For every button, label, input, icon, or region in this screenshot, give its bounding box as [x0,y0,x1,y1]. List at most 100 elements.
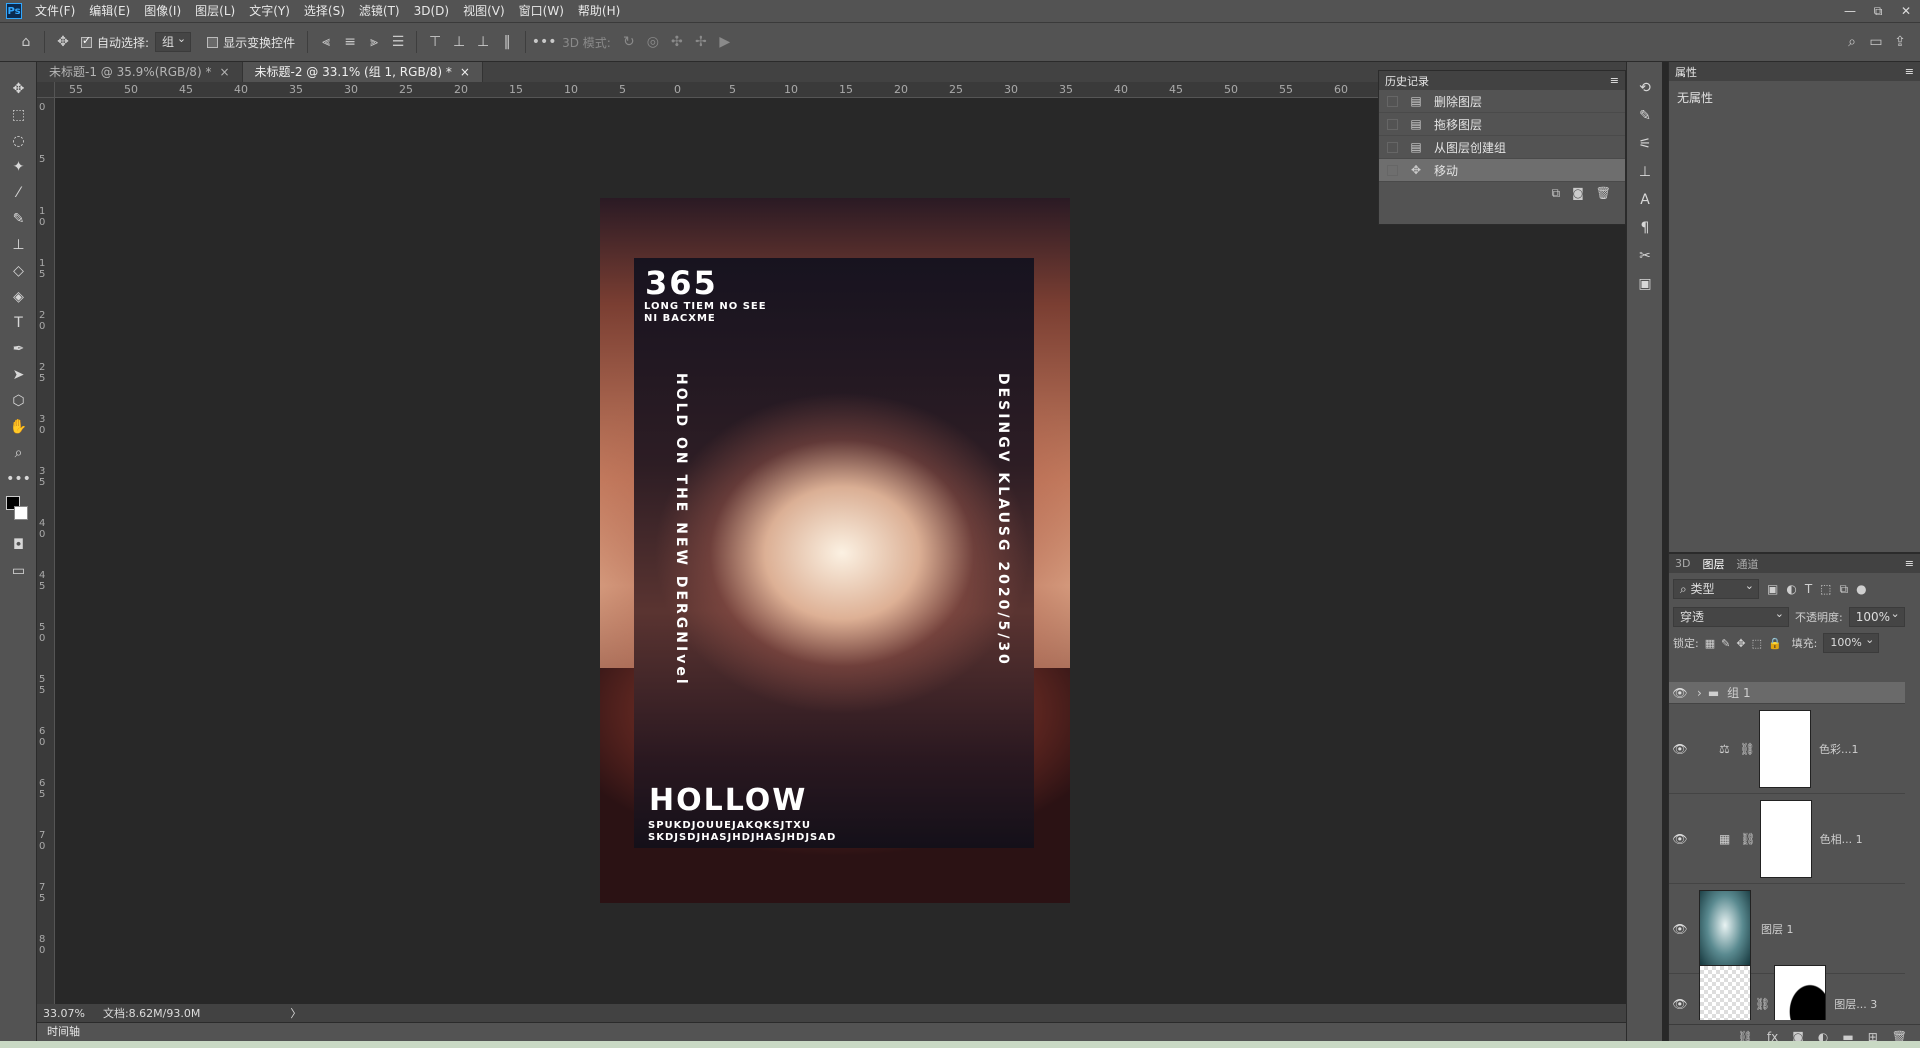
eraser-tool-icon[interactable]: ◇ [0,258,37,284]
link-icon[interactable]: ⛓ [1740,832,1755,846]
menu-select[interactable]: 选择(S) [297,0,352,22]
eye-icon[interactable]: 👁 [1669,997,1691,1011]
snapshot-icon[interactable]: ◙ [1572,186,1584,201]
layer-thumbnail[interactable] [1699,889,1751,968]
tab-layers[interactable]: 图层 [1702,556,1724,572]
layer-mask-thumbnail[interactable] [1759,799,1812,878]
layer-mask-thumbnail[interactable] [1774,964,1827,1020]
layer-thumbnail[interactable] [1699,964,1751,1020]
align-center-icon[interactable]: ≡ [338,30,362,54]
checkbox-checked-icon[interactable] [81,34,92,48]
close-button[interactable]: ✕ [1892,0,1920,22]
history-checkbox[interactable] [1387,118,1398,130]
filter-type-icon[interactable]: T [1805,582,1812,596]
filter-smart-object-icon[interactable]: ⧉ [1840,582,1849,597]
menu-layer[interactable]: 图层(L) [188,0,242,22]
background-color-icon[interactable] [14,506,28,520]
move-tool-icon[interactable]: ✥ [51,30,75,54]
shape-tool-icon[interactable]: ⬡ [0,388,37,414]
menu-help[interactable]: 帮助(H) [571,0,627,22]
lasso-tool-icon[interactable]: ◌ [0,128,37,154]
layer-row-adjustment[interactable]: 👁 ⚖ ⛓ 色彩...1 [1669,704,1905,794]
layer-row-adjustment[interactable]: 👁 ▦ ⛓ 色相... 1 [1669,794,1905,884]
search-icon[interactable]: ⌕ [1840,30,1864,54]
clone-source-icon[interactable]: ⊥ [1627,158,1663,186]
align-left-icon[interactable]: ⫷ [314,30,338,54]
restore-button[interactable]: ⧉ [1864,0,1892,22]
pan-3d-icon[interactable]: ✣ [665,30,689,54]
menu-edit[interactable]: 编辑(E) [82,0,137,22]
blend-mode-dropdown[interactable]: 穿透 [1673,605,1789,627]
eye-icon[interactable]: 👁 [1669,922,1691,936]
path-select-tool-icon[interactable]: ➤ [0,362,37,388]
properties-panel-title[interactable]: 属性 [1675,64,1697,80]
align-middle-icon[interactable]: ⊥ [447,30,471,54]
menu-file[interactable]: 文件(F) [28,0,82,22]
align-top-icon[interactable]: ⊤ [423,30,447,54]
history-panel-title[interactable]: 历史记录 [1385,73,1429,89]
lock-transparency-icon[interactable]: ▦ [1705,637,1715,650]
auto-select-checkbox[interactable]: 自动选择: [75,22,155,62]
align-bottom-icon[interactable]: ⊥ [471,30,495,54]
menu-image[interactable]: 图像(I) [137,0,188,22]
eye-icon[interactable]: 👁 [1669,686,1691,700]
history-checkbox[interactable] [1387,164,1398,176]
more-tools-icon[interactable]: ••• [0,466,37,492]
poster-artwork[interactable]: 365 LONG TIEM NO SEE NI BACXME HOLD ON T… [600,198,1070,903]
lock-all-icon[interactable]: 🔒 [1768,637,1782,650]
menu-filter[interactable]: 滤镜(T) [352,0,407,22]
menu-window[interactable]: 窗口(W) [512,0,571,22]
paint-bucket-tool-icon[interactable]: ◈ [0,284,37,310]
minimize-button[interactable]: — [1836,0,1864,22]
lock-artboard-icon[interactable]: ⬚ [1752,637,1762,650]
opacity-input[interactable]: 100% [1848,605,1905,627]
share-icon[interactable]: ⇪ [1888,30,1912,54]
show-transform-checkbox[interactable]: 显示变换控件 [201,22,301,62]
quick-mask-icon[interactable]: ◘ [0,532,37,558]
history-item[interactable]: ▤ 拖移图层 [1379,113,1625,136]
zoom-level[interactable]: 33.07% [37,1007,93,1020]
more-icon[interactable]: ••• [532,30,557,54]
type-tool-icon[interactable]: T [0,310,37,336]
panel-menu-icon[interactable]: ≡ [1610,74,1619,87]
home-icon[interactable]: ⌂ [14,30,38,54]
menu-view[interactable]: 视图(V) [456,0,512,22]
layer-filter-dropdown[interactable]: ⌕ 类型 [1673,577,1759,599]
tab-close-icon[interactable]: × [219,62,229,82]
layer-row-image[interactable]: 👁 图层 1 [1669,884,1905,974]
workspace-icon[interactable]: ▭ [1864,30,1888,54]
slide-3d-icon[interactable]: ✢ [689,30,713,54]
history-item[interactable]: ▤ 删除图层 [1379,90,1625,113]
tab-document-1[interactable]: 未标题-1 @ 35.9%(RGB/8) * × [37,62,243,82]
menu-type[interactable]: 文字(Y) [242,0,297,22]
stamp-tool-icon[interactable]: ⊥ [0,232,37,258]
filter-pixel-icon[interactable]: ▣ [1767,582,1778,596]
distribute-icon[interactable]: ☰ [386,30,410,54]
history-panel-icon[interactable]: ⟲ [1627,74,1663,102]
chevron-right-icon[interactable]: › [1697,686,1702,700]
filter-toggle-icon[interactable]: ● [1856,582,1866,596]
lock-position-icon[interactable]: ✥ [1736,637,1745,650]
history-item-selected[interactable]: ✥ 移动 [1379,159,1625,182]
filter-shape-icon[interactable]: ⬚ [1820,582,1831,596]
color-swatches[interactable] [0,492,37,532]
layer-mask-thumbnail[interactable] [1759,709,1811,788]
link-icon[interactable]: ⛓ [1740,742,1755,756]
move-tool-icon[interactable]: ✥ [0,76,37,102]
new-document-from-state-icon[interactable]: ⧉ [1552,186,1561,201]
libraries-panel-icon[interactable]: ▣ [1627,270,1663,298]
eyedropper-tool-icon[interactable]: ⁄ [0,180,37,206]
adjust-panel-icon[interactable]: ⚟ [1627,130,1663,158]
pen-tool-icon[interactable]: ✒ [0,336,37,362]
magic-wand-tool-icon[interactable]: ✦ [0,154,37,180]
orbit-3d-icon[interactable]: ↻ [617,30,641,54]
align-right-icon[interactable]: ⫸ [362,30,386,54]
checkbox-icon[interactable] [207,36,219,48]
tools-panel-icon[interactable]: ✂ [1627,242,1663,270]
tab-document-2[interactable]: 未标题-2 @ 33.1% (组 1, RGB/8) * × [242,62,483,82]
brush-panel-icon[interactable]: ✎ [1627,102,1663,130]
auto-select-dropdown[interactable]: 组 [155,30,192,52]
distribute-vertical-icon[interactable]: ‖ [495,30,519,54]
menu-3d[interactable]: 3D(D) [407,0,456,22]
screen-mode-icon[interactable]: ▭ [0,558,37,584]
